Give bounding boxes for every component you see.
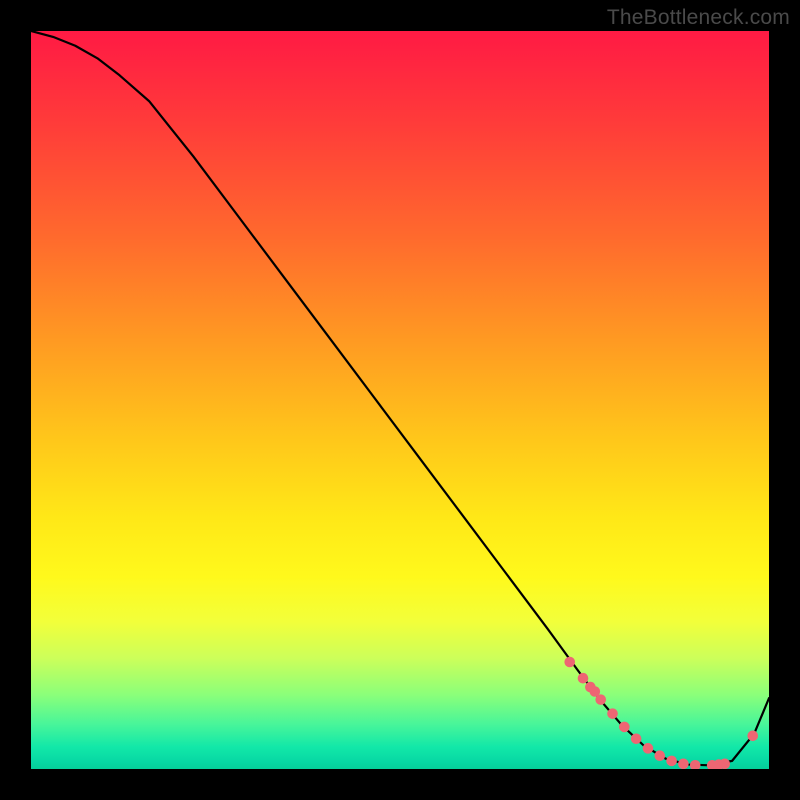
chart-frame: TheBottleneck.com: [0, 0, 800, 800]
highlight-dots: [564, 657, 758, 769]
chart-svg: [31, 31, 769, 769]
curve-line: [31, 31, 769, 765]
plot-area: [31, 31, 769, 769]
watermark-text: TheBottleneck.com: [607, 6, 790, 30]
